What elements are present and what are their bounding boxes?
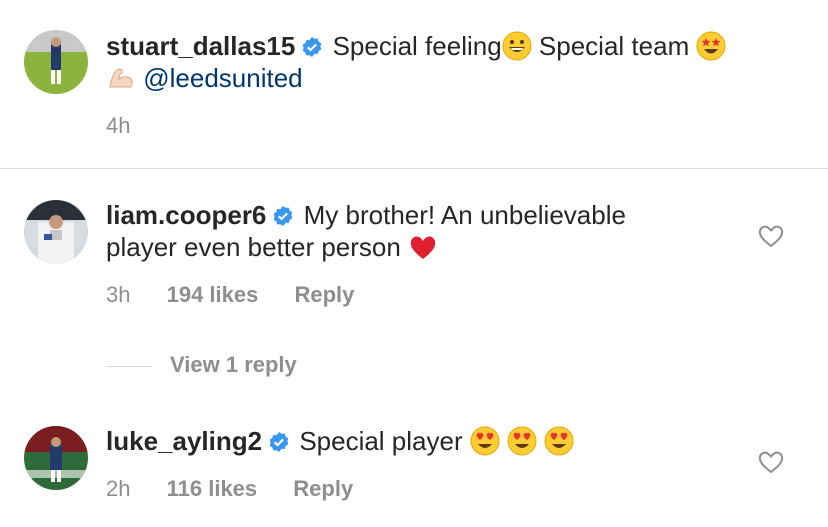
mention-link[interactable]: @leedsunited xyxy=(143,63,302,93)
star-struck-emoji xyxy=(696,31,726,61)
caption-username[interactable]: stuart_dallas15 xyxy=(106,31,295,61)
comment-time: 3h xyxy=(106,282,131,307)
verified-badge-icon xyxy=(268,428,290,452)
red-heart-emoji xyxy=(408,232,438,262)
verified-badge-icon xyxy=(301,33,323,57)
caption-text: stuart_dallas15 Special feeling Special … xyxy=(106,30,726,94)
comment-username[interactable]: luke_ayling2 xyxy=(106,426,262,456)
comment-username[interactable]: liam.cooper6 xyxy=(106,200,266,230)
comment-body: Special player xyxy=(299,426,463,456)
comment-body-line-2: player even better person xyxy=(106,232,401,262)
comment-text: liam.cooper6 My brother! An unbelievable… xyxy=(106,199,626,263)
caption-time: 4h xyxy=(106,113,131,138)
view-replies-label: View 1 reply xyxy=(170,352,297,377)
grinning-face-emoji xyxy=(502,31,532,61)
divider xyxy=(0,168,828,169)
reply-thread-line xyxy=(106,365,152,367)
avatar[interactable] xyxy=(24,30,88,94)
comment-body-line-1: My brother! An unbelievable xyxy=(303,200,626,230)
comment-text: luke_ayling2 Special player xyxy=(106,425,574,457)
like-heart-icon[interactable] xyxy=(758,224,784,248)
like-heart-icon[interactable] xyxy=(758,450,784,474)
reply-button[interactable]: Reply xyxy=(294,282,354,307)
comment-meta: 3h 194 likes Reply xyxy=(106,282,384,308)
heart-eyes-emoji xyxy=(470,426,500,456)
view-replies-button[interactable]: View 1 reply xyxy=(106,352,297,378)
avatar[interactable] xyxy=(24,426,88,490)
heart-eyes-emoji xyxy=(544,426,574,456)
caption-text-2: Special team xyxy=(538,31,690,61)
caption-meta: 4h xyxy=(106,113,160,139)
comment-time: 2h xyxy=(106,476,131,501)
comment-likes[interactable]: 194 likes xyxy=(167,282,259,307)
flexed-biceps-emoji xyxy=(106,63,136,93)
comment-meta: 2h 116 likes Reply xyxy=(106,476,383,502)
caption-text-1: Special feeling xyxy=(332,31,502,61)
heart-eyes-emoji xyxy=(507,426,537,456)
avatar[interactable] xyxy=(24,200,88,264)
reply-button[interactable]: Reply xyxy=(293,476,353,501)
comment-likes[interactable]: 116 likes xyxy=(167,476,258,501)
verified-badge-icon xyxy=(272,202,294,226)
